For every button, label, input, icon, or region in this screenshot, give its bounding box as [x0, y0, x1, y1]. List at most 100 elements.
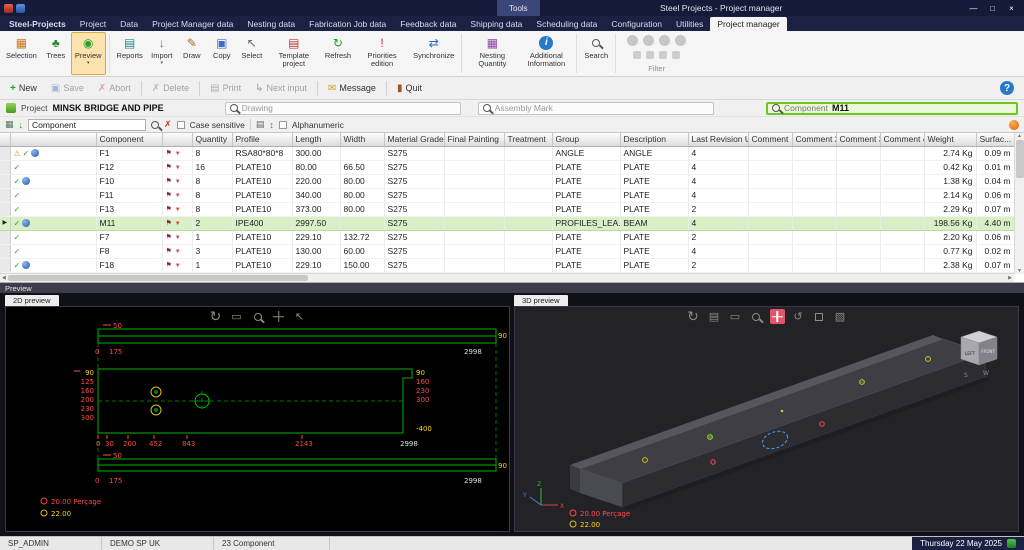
- column-header-treatment[interactable]: Treatment: [504, 133, 552, 146]
- column-header-width[interactable]: Width: [340, 133, 384, 146]
- 3d-viewport[interactable]: ↻ ▤ ▭ ↺ ▧: [514, 306, 1019, 532]
- scroll-up-icon[interactable]: ▲: [1017, 133, 1022, 139]
- ribbon-trees-button[interactable]: ♣Trees: [41, 32, 71, 75]
- assembly-mark-search-field[interactable]: Assembly Mark: [478, 102, 714, 115]
- compass-icon[interactable]: ↖: [292, 309, 307, 324]
- ribbon-template-project-button[interactable]: ▤Template project: [267, 32, 321, 75]
- alphanumeric-checkbox[interactable]: [279, 121, 287, 129]
- filter-clear-button[interactable]: ✗: [164, 119, 172, 130]
- sort-icon[interactable]: ↕: [269, 120, 274, 130]
- column-header-blank[interactable]: [10, 133, 96, 146]
- zoom-window-icon[interactable]: ▭: [229, 309, 244, 324]
- filter-field-combo[interactable]: Component: [28, 119, 146, 131]
- scroll-right-icon[interactable]: ▶: [1008, 275, 1012, 281]
- table-row-f12[interactable]: ✓F12⚑▼16PLATE1080.0066.50S275PLATEPLATE4…: [0, 160, 1014, 174]
- fullscreen-icon[interactable]: [812, 309, 827, 324]
- ribbon-search-button[interactable]: Search: [580, 32, 612, 75]
- row-marker[interactable]: ▶: [0, 216, 10, 230]
- rotate-view-icon[interactable]: ↻: [208, 309, 223, 324]
- menu-tab-project-manager[interactable]: Project manager: [710, 17, 786, 31]
- ribbon-selection-button[interactable]: ▦Selection: [2, 32, 41, 75]
- row-marker[interactable]: [0, 174, 10, 188]
- table-icon[interactable]: ▤: [256, 119, 265, 130]
- minimize-button[interactable]: —: [965, 2, 982, 14]
- menu-tab-shipping-data[interactable]: Shipping data: [463, 17, 529, 31]
- menu-tab-nesting-data[interactable]: Nesting data: [240, 17, 302, 31]
- zoom-icon[interactable]: [749, 309, 764, 324]
- toolbar-abort-button[interactable]: ✗Abort: [92, 81, 137, 96]
- table-row-f11[interactable]: ✓F11⚑▼8PLATE10340.0080.00S275PLATEPLATE4…: [0, 188, 1014, 202]
- menu-tab-configuration[interactable]: Configuration: [604, 17, 669, 31]
- close-button[interactable]: ×: [1003, 2, 1020, 14]
- column-header-last-revision-u[interactable]: Last Revision U...: [688, 133, 748, 146]
- table-row-f10[interactable]: ✓F10⚑▼8PLATE10220.0080.00S275PLATEPLATE4…: [0, 174, 1014, 188]
- horizontal-scrollbar[interactable]: ◀ ▶: [0, 273, 1014, 282]
- tools-contextual-tab[interactable]: Tools: [497, 0, 540, 16]
- toolbar-quit-button[interactable]: ▮Quit: [391, 81, 428, 96]
- table-row-m11[interactable]: ▶✓M11⚑▼2IPE4002997.50S275PROFILES_LEA...…: [0, 216, 1014, 230]
- ribbon-reports-button[interactable]: ▤Reports: [113, 32, 147, 75]
- column-header-comment-3[interactable]: Comment 3: [836, 133, 880, 146]
- column-header-description[interactable]: Description: [620, 133, 688, 146]
- drawing-search-field[interactable]: Drawing: [225, 102, 461, 115]
- help-button[interactable]: ?: [1000, 81, 1014, 95]
- ribbon-copy-button[interactable]: ▣Copy: [207, 32, 237, 75]
- quick-access-icon[interactable]: [16, 4, 25, 13]
- component-search-field[interactable]: Component M11: [766, 102, 1018, 115]
- column-header-surfac[interactable]: Surfac...: [976, 133, 1014, 146]
- ribbon-preview-button[interactable]: ◉Preview▾: [71, 32, 106, 75]
- table-row-f13[interactable]: ✓F13⚑▼8PLATE10373.0080.00S275PLATEPLATE2…: [0, 202, 1014, 216]
- vertical-scrollbar[interactable]: ▲ ▼: [1014, 133, 1024, 274]
- scroll-down-icon[interactable]: ▼: [1017, 268, 1022, 274]
- scroll-left-icon[interactable]: ◀: [2, 275, 6, 281]
- pan-icon[interactable]: [770, 309, 785, 324]
- menu-tab-project-manager-data[interactable]: Project Manager data: [145, 17, 240, 31]
- ribbon-draw-button[interactable]: ✎Draw: [177, 32, 207, 75]
- row-marker[interactable]: [0, 258, 10, 272]
- 2d-viewport[interactable]: ↻ ▭ ↖ 50 90: [5, 306, 510, 532]
- column-header-comment[interactable]: Comment: [748, 133, 792, 146]
- column-header-blank[interactable]: [0, 133, 10, 146]
- menu-tab-steel-projects[interactable]: Steel-Projects: [2, 17, 73, 31]
- zoom-icon[interactable]: [250, 309, 265, 324]
- ribbon-additional-information-button[interactable]: iAdditional Information: [519, 32, 573, 75]
- table-row-f18[interactable]: ✓F18⚑▼1PLATE10229.10150.00S275PLATEPLATE…: [0, 258, 1014, 272]
- ribbon-synchronize-button[interactable]: ⇄Synchronize: [409, 32, 458, 75]
- menu-tab-feedback-data[interactable]: Feedback data: [393, 17, 463, 31]
- table-row-f1[interactable]: ⚠✓F1⚑▼8RSA80*80*8300.00S275ANGLEANGLE42.…: [0, 146, 1014, 160]
- column-header-weight[interactable]: Weight: [924, 133, 976, 146]
- ribbon-nesting-quantity-button[interactable]: ▦Nesting Quantity: [465, 32, 519, 75]
- column-header-final-painting[interactable]: Final Painting: [444, 133, 504, 146]
- toolbar-save-button[interactable]: ▣Save: [45, 81, 90, 96]
- menu-tab-fabrication-job-data[interactable]: Fabrication Job data: [302, 17, 393, 31]
- toolbar-new-button[interactable]: +New: [4, 81, 43, 96]
- column-header-comment-4[interactable]: Comment 4: [880, 133, 924, 146]
- orbit-icon[interactable]: ↺: [791, 309, 806, 324]
- filter-search-button[interactable]: [151, 121, 159, 129]
- list-icon[interactable]: ▤: [707, 309, 722, 324]
- preview-section-bar[interactable]: Preview: [0, 283, 1024, 293]
- toolbar-delete-button[interactable]: ✗Delete: [146, 81, 195, 96]
- rotate-view-icon[interactable]: ↻: [686, 309, 701, 324]
- column-header-group[interactable]: Group: [552, 133, 620, 146]
- row-marker[interactable]: [0, 202, 10, 216]
- filter-status-icon[interactable]: [1009, 120, 1019, 130]
- tab-2d-preview[interactable]: 2D preview: [5, 295, 59, 306]
- column-header-quantity[interactable]: Quantity: [192, 133, 232, 146]
- ribbon-refresh-button[interactable]: ↻Refresh: [321, 32, 355, 75]
- column-header-blank[interactable]: [162, 133, 192, 146]
- apply-filter-icon[interactable]: ↓: [19, 120, 24, 130]
- toolbar-message-button[interactable]: ✉Message: [322, 81, 382, 96]
- table-row-f7[interactable]: ✓F7⚑▼1PLATE10229.10132.72S275PLATEPLATE2…: [0, 230, 1014, 244]
- zoom-window-icon[interactable]: ▭: [728, 309, 743, 324]
- column-header-profile[interactable]: Profile: [232, 133, 292, 146]
- pan-icon[interactable]: [271, 309, 286, 324]
- ribbon-select-button[interactable]: ↖Select: [237, 32, 267, 75]
- ribbon-import-button[interactable]: ↓Import▾: [147, 32, 177, 75]
- toolbar-print-button[interactable]: ▤Print: [204, 81, 247, 96]
- table-row-f8[interactable]: ✓F8⚑▼3PLATE10130.0060.00S275PLATEPLATE40…: [0, 244, 1014, 258]
- ribbon-priorities-edition-button[interactable]: !Priorities edition: [355, 32, 409, 75]
- row-marker[interactable]: [0, 244, 10, 258]
- scrollbar-thumb[interactable]: [1016, 140, 1024, 178]
- row-marker[interactable]: [0, 230, 10, 244]
